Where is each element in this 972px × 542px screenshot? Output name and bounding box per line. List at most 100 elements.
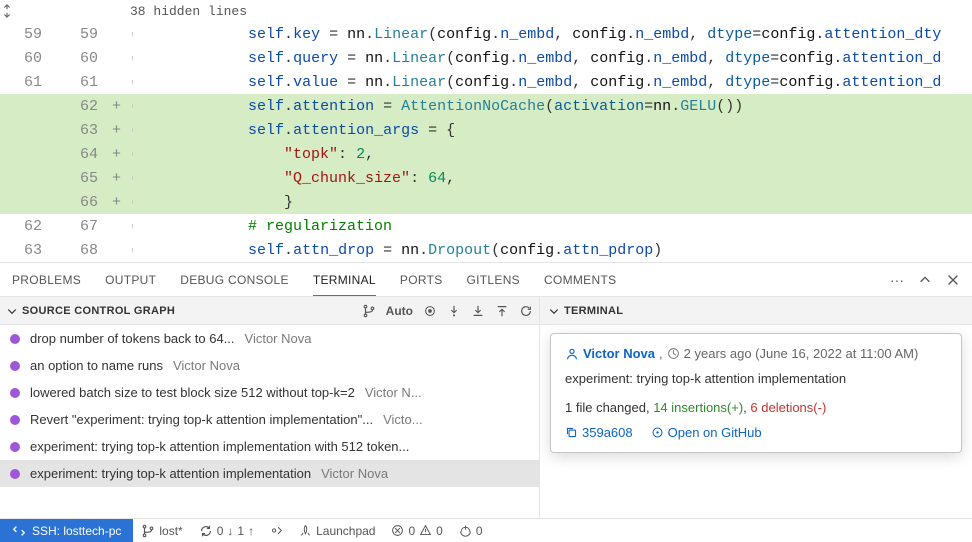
commit-row-author: Victo... [383, 412, 423, 427]
code-content: "Q_chunk_size": 64, [140, 170, 455, 187]
commit-row[interactable]: an option to name runs Victor Nova [0, 352, 539, 379]
tab-ports[interactable]: PORTS [400, 273, 443, 287]
branch-status[interactable]: lost* [133, 519, 190, 542]
line-number-new: 65 [56, 170, 112, 187]
code-line[interactable]: 64+ "topk": 2, [0, 142, 972, 166]
target-icon[interactable] [423, 304, 437, 318]
tab-comments[interactable]: COMMENTS [544, 273, 616, 287]
code-line[interactable]: 5959 self.key = nn.Linear(config.n_embd,… [0, 22, 972, 46]
scg-title: SOURCE CONTROL GRAPH [22, 305, 362, 317]
commit-row-message: experiment: trying top-k attention imple… [30, 466, 311, 481]
code-line[interactable]: 66+ } [0, 190, 972, 214]
graph-node-icon [10, 388, 20, 398]
ports-status[interactable]: 0 [451, 519, 491, 542]
panel: PROBLEMS OUTPUT DEBUG CONSOLE TERMINAL P… [0, 263, 972, 518]
code-content: self.attention = AttentionNoCache(activa… [140, 98, 743, 115]
unfold-icon [0, 4, 72, 18]
folded-label: 38 hidden lines [72, 4, 247, 19]
line-number-old: 61 [0, 74, 56, 91]
code-line[interactable]: 6060 self.query = nn.Linear(config.n_emb… [0, 46, 972, 70]
fetch-icon[interactable] [447, 304, 461, 318]
code-content: self.value = nn.Linear(config.n_embd, co… [140, 74, 941, 91]
line-number-new: 61 [56, 74, 112, 91]
diff-marker: + [112, 170, 130, 187]
code-content: "topk": 2, [140, 146, 374, 163]
open-on-github-button[interactable]: Open on GitHub [651, 425, 762, 440]
graph-node-icon [10, 469, 20, 479]
chevron-up-icon[interactable] [918, 273, 932, 287]
code-content: self.key = nn.Linear(config.n_embd, conf… [140, 26, 941, 43]
copy-sha-button[interactable]: 359a608 [565, 425, 633, 440]
problems-status[interactable]: 0 0 [383, 519, 450, 542]
commit-row-message: drop number of tokens back to 64... [30, 331, 235, 346]
tab-problems[interactable]: PROBLEMS [12, 273, 81, 287]
push-icon[interactable] [495, 304, 509, 318]
line-number-old: 62 [0, 218, 56, 235]
commit-row-author: Victor Nova [245, 331, 312, 346]
tab-gitlens[interactable]: GITLENS [467, 273, 520, 287]
graph-node-icon [10, 361, 20, 371]
code-content: self.query = nn.Linear(config.n_embd, co… [140, 50, 941, 67]
line-number-new: 67 [56, 218, 112, 235]
tab-terminal[interactable]: TERMINAL [313, 273, 376, 296]
terminal-title: TERMINAL [564, 305, 623, 317]
commit-row-author: Victor Nova [173, 358, 240, 373]
code-content: self.attn_drop = nn.Dropout(config.attn_… [140, 242, 662, 259]
code-content: } [140, 194, 293, 211]
code-line[interactable]: 6267 # regularization [0, 214, 972, 238]
commit-row[interactable]: Revert "experiment: trying top-k attenti… [0, 406, 539, 433]
auto-label[interactable]: Auto [386, 304, 413, 318]
commit-message: experiment: trying top-k attention imple… [565, 371, 947, 386]
commit-date: 2 years ago (June 16, 2022 at 11:00 AM) [684, 346, 919, 361]
remote-indicator[interactable]: SSH: losttech-pc [0, 519, 133, 542]
sync-status[interactable]: 0↓ 1↑ [191, 519, 262, 542]
close-icon[interactable] [946, 273, 960, 287]
launchpad-button[interactable]: Launchpad [291, 519, 383, 542]
line-number-new: 60 [56, 50, 112, 67]
clock-icon [667, 347, 680, 360]
commit-hover-card: Victor Nova, 2 years ago (June 16, 2022 … [550, 333, 962, 453]
chevron-down-icon [548, 305, 560, 317]
commit-row-author: Victor N... [365, 385, 422, 400]
commit-row[interactable]: experiment: trying top-k attention imple… [0, 460, 539, 487]
code-line[interactable]: 62+ self.attention = AttentionNoCache(ac… [0, 94, 972, 118]
code-line[interactable]: 6368 self.attn_drop = nn.Dropout(config.… [0, 238, 972, 262]
diff-marker: + [112, 98, 130, 115]
commit-list[interactable]: drop number of tokens back to 64... Victo… [0, 325, 539, 518]
gitlens-indicator[interactable] [262, 519, 291, 542]
commit-stats: 1 file changed, 14 insertions(+), 6 dele… [565, 400, 947, 415]
diff-marker: + [112, 122, 130, 139]
commit-author[interactable]: Victor Nova [583, 346, 655, 361]
status-bar: SSH: losttech-pc lost* 0↓ 1↑ Launchpad 0… [0, 518, 972, 542]
tab-debug-console[interactable]: DEBUG CONSOLE [180, 273, 289, 287]
code-line[interactable]: 6161 self.value = nn.Linear(config.n_emb… [0, 70, 972, 94]
pull-icon[interactable] [471, 304, 485, 318]
tab-output[interactable]: OUTPUT [105, 273, 156, 287]
branch-icon[interactable] [362, 304, 376, 318]
commit-row-message: an option to name runs [30, 358, 163, 373]
code-line[interactable]: 63+ self.attention_args = { [0, 118, 972, 142]
line-number-new: 63 [56, 122, 112, 139]
refresh-icon[interactable] [519, 304, 533, 318]
commit-row[interactable]: lowered batch size to test block size 51… [0, 379, 539, 406]
more-icon[interactable]: ··· [890, 272, 904, 288]
diff-editor[interactable]: 38 hidden lines 5959 self.key = nn.Linea… [0, 0, 972, 263]
user-icon [565, 347, 579, 361]
commit-row-message: Revert "experiment: trying top-k attenti… [30, 412, 373, 427]
line-number-new: 62 [56, 98, 112, 115]
terminal-column: TERMINAL Victor Nova, 2 years ago (June … [540, 297, 972, 518]
terminal-header[interactable]: TERMINAL [540, 297, 972, 325]
line-number-new: 66 [56, 194, 112, 211]
line-number-old: 59 [0, 26, 56, 43]
scg-header[interactable]: SOURCE CONTROL GRAPH Auto [0, 297, 539, 325]
graph-node-icon [10, 415, 20, 425]
graph-node-icon [10, 442, 20, 452]
line-number-old: 60 [0, 50, 56, 67]
graph-node-icon [10, 334, 20, 344]
code-line[interactable]: 65+ "Q_chunk_size": 64, [0, 166, 972, 190]
folded-region[interactable]: 38 hidden lines [0, 0, 972, 22]
diff-marker: + [112, 146, 130, 163]
commit-row[interactable]: drop number of tokens back to 64... Victo… [0, 325, 539, 352]
commit-row[interactable]: experiment: trying top-k attention imple… [0, 433, 539, 460]
line-number-new: 64 [56, 146, 112, 163]
